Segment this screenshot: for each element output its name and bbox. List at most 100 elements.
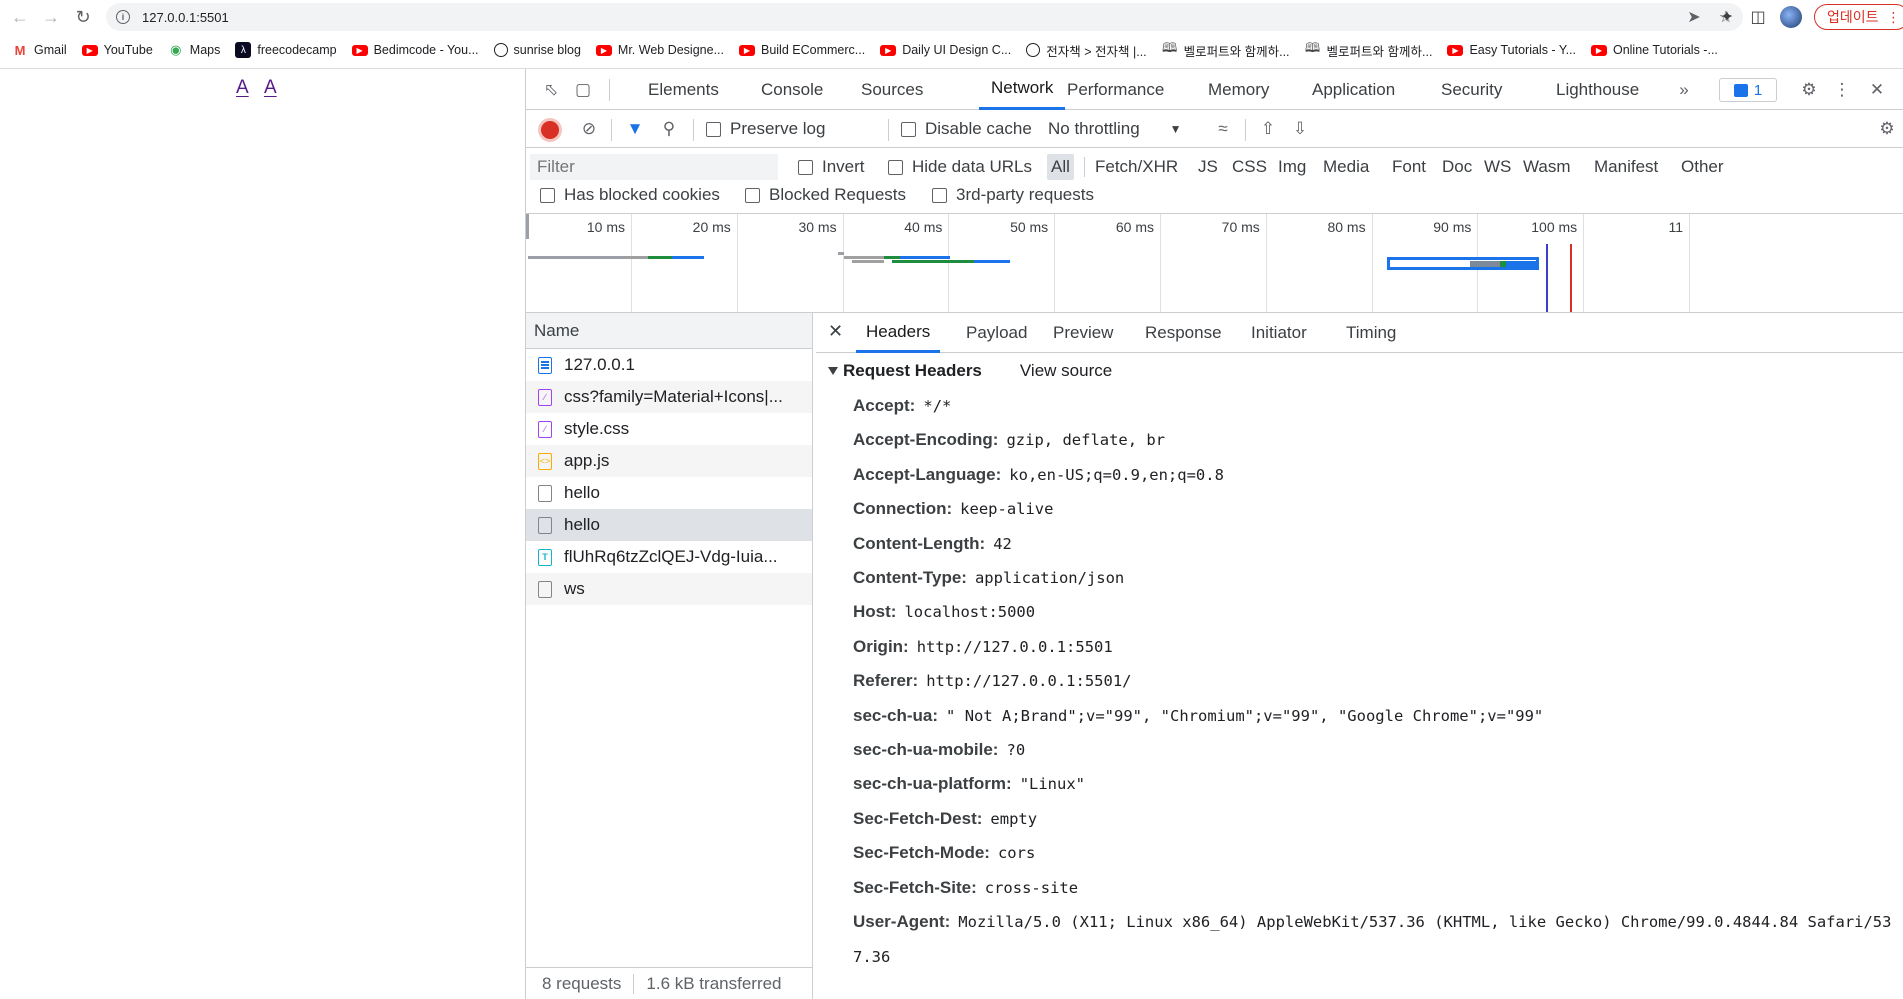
issues-badge[interactable]: 1 bbox=[1719, 78, 1777, 102]
type-filter-ws[interactable]: WS bbox=[1484, 154, 1511, 180]
type-filter-manifest[interactable]: Manifest bbox=[1594, 154, 1658, 180]
type-filter-js[interactable]: JS bbox=[1198, 154, 1218, 180]
export-har-download-icon[interactable]: ⇩ bbox=[1289, 118, 1311, 140]
type-filter-doc[interactable]: Doc bbox=[1442, 154, 1472, 180]
page-link-a-2[interactable]: A bbox=[264, 77, 277, 99]
tab-lighthouse[interactable]: Lighthouse bbox=[1556, 69, 1639, 110]
filter-funnel-icon[interactable]: ▼ bbox=[624, 118, 646, 140]
detail-tab-response[interactable]: Response bbox=[1145, 313, 1222, 353]
device-toolbar-icon[interactable]: ▢ bbox=[572, 79, 594, 101]
collapse-triangle-icon[interactable] bbox=[828, 367, 838, 375]
type-filter-fetch-xhr[interactable]: Fetch/XHR bbox=[1095, 154, 1178, 180]
close-devtools-icon[interactable]: ✕ bbox=[1866, 79, 1888, 101]
request-row[interactable]: <> app.js bbox=[526, 445, 812, 477]
throttling-select[interactable]: No throttling ▼ bbox=[1048, 110, 1182, 148]
inspect-element-icon[interactable]: ⬁ bbox=[540, 79, 562, 101]
third-party-box[interactable] bbox=[932, 187, 947, 203]
request-headers-section[interactable]: Request Headers View source bbox=[816, 357, 1112, 385]
tab-security[interactable]: Security bbox=[1441, 69, 1502, 110]
third-party-requests-checkbox[interactable]: 3rd-party requests bbox=[932, 182, 1094, 208]
extensions-puzzle-icon[interactable]: ✦ bbox=[1716, 6, 1738, 28]
request-row[interactable]: hello bbox=[526, 509, 812, 541]
network-conditions-wifi-icon[interactable]: ≈ bbox=[1212, 118, 1234, 140]
page-link-a-1[interactable]: A bbox=[236, 77, 249, 99]
bookmark-item[interactable]: M Gmail bbox=[12, 42, 67, 58]
invert-checkbox[interactable]: Invert bbox=[798, 154, 865, 180]
type-filter-all[interactable]: All bbox=[1047, 154, 1074, 180]
devtools-menu-icon[interactable]: ⋮ bbox=[1831, 79, 1853, 101]
send-tab-icon[interactable]: ➤ bbox=[1687, 7, 1700, 27]
close-detail-icon[interactable]: ✕ bbox=[828, 321, 843, 342]
bookmark-item[interactable]: ▶ Online Tutorials -... bbox=[1590, 43, 1718, 57]
invert-box[interactable] bbox=[798, 159, 813, 175]
bookmark-item[interactable]: ▶ Build ECommerc... bbox=[738, 43, 865, 57]
detail-tab-headers[interactable]: Headers bbox=[856, 313, 941, 353]
tab-console[interactable]: Console bbox=[761, 69, 823, 110]
clear-log-icon[interactable]: ⊘ bbox=[578, 118, 600, 140]
type-filter-font[interactable]: Font bbox=[1392, 154, 1426, 180]
side-panel-icon[interactable]: ◫ bbox=[1747, 6, 1769, 28]
settings-gear-icon[interactable]: ⚙ bbox=[1798, 79, 1820, 101]
bookmark-item[interactable]: ▶ Daily UI Design C... bbox=[880, 43, 1011, 57]
request-row[interactable]: 127.0.0.1 bbox=[526, 349, 812, 381]
disable-cache-checkbox[interactable]: Disable cache bbox=[901, 110, 1032, 148]
bookmark-item[interactable]: 전자책 > 전자책 |... bbox=[1026, 41, 1147, 60]
update-button[interactable]: 업데이트 ⋮ bbox=[1814, 4, 1903, 30]
filter-input[interactable] bbox=[530, 154, 778, 180]
bookmark-item[interactable]: ◉ Maps bbox=[168, 42, 220, 58]
tab-application[interactable]: Application bbox=[1312, 69, 1395, 110]
preserve-log-checkbox[interactable]: Preserve log bbox=[706, 110, 825, 148]
request-row[interactable]: ∕ style.css bbox=[526, 413, 812, 445]
bookmark-item[interactable]: ▶ Mr. Web Designe... bbox=[595, 43, 724, 57]
bookmark-item[interactable]: 🕮 벨로퍼트와 함께하... bbox=[1305, 40, 1433, 60]
network-settings-gear-icon[interactable]: ⚙ bbox=[1876, 118, 1898, 140]
bookmark-item[interactable]: 🕮 벨로퍼트와 함께하... bbox=[1162, 40, 1290, 60]
request-list-header[interactable]: Name bbox=[526, 313, 812, 349]
site-info-icon[interactable]: i bbox=[116, 10, 130, 24]
request-row[interactable]: hello bbox=[526, 477, 812, 509]
bookmark-item[interactable]: sunrise blog bbox=[493, 43, 581, 57]
has-blocked-cookies-checkbox[interactable]: Has blocked cookies bbox=[540, 182, 720, 208]
import-har-upload-icon[interactable]: ⇧ bbox=[1257, 118, 1279, 140]
profile-avatar[interactable] bbox=[1780, 6, 1802, 28]
type-filter-media[interactable]: Media bbox=[1323, 154, 1369, 180]
bookmark-item[interactable]: ▶ Easy Tutorials - Y... bbox=[1447, 43, 1576, 57]
address-bar[interactable]: i 127.0.0.1:5501 ➤ ☆ bbox=[106, 3, 1743, 31]
request-row[interactable]: ∕ css?family=Material+Icons|... bbox=[526, 381, 812, 413]
view-source-link[interactable]: View source bbox=[1020, 361, 1112, 381]
hide-data-urls-checkbox[interactable]: Hide data URLs bbox=[888, 154, 1032, 180]
detail-tab-preview[interactable]: Preview bbox=[1053, 313, 1113, 353]
reload-icon[interactable]: ↻ bbox=[68, 2, 98, 32]
request-row[interactable]: ws bbox=[526, 573, 812, 605]
type-filter-img[interactable]: Img bbox=[1278, 154, 1306, 180]
forward-icon[interactable]: → bbox=[36, 2, 66, 32]
blocked-requests-box[interactable] bbox=[745, 187, 760, 203]
address-url[interactable]: 127.0.0.1:5501 bbox=[142, 10, 229, 25]
detail-tab-initiator[interactable]: Initiator bbox=[1251, 313, 1307, 353]
tab-memory[interactable]: Memory bbox=[1208, 69, 1269, 110]
bookmark-item[interactable]: ▶ YouTube bbox=[81, 43, 153, 57]
tab-sources[interactable]: Sources bbox=[861, 69, 923, 110]
tab-elements[interactable]: Elements bbox=[648, 69, 719, 110]
disable-cache-box[interactable] bbox=[901, 121, 916, 137]
blocked-requests-checkbox[interactable]: Blocked Requests bbox=[745, 182, 906, 208]
request-row[interactable]: TflUhRq6tzZclQEJ-Vdg-Iuia... bbox=[526, 541, 812, 573]
detail-tab-timing[interactable]: Timing bbox=[1346, 313, 1396, 353]
search-icon[interactable]: ⚲ bbox=[658, 118, 680, 140]
type-filter-wasm[interactable]: Wasm bbox=[1523, 154, 1571, 180]
tab-network[interactable]: Network bbox=[979, 69, 1066, 110]
type-filter-other[interactable]: Other bbox=[1681, 154, 1724, 180]
bookmark-item[interactable]: λ freecodecamp bbox=[235, 42, 337, 58]
hide-data-urls-box[interactable] bbox=[888, 159, 903, 175]
record-button[interactable] bbox=[541, 121, 559, 139]
network-overview-timeline[interactable]: 10 ms 20 ms 30 ms 40 ms 50 ms 60 ms 70 ms 80 ms… bbox=[526, 214, 1903, 313]
tab-performance[interactable]: Performance bbox=[1067, 69, 1164, 110]
back-icon[interactable]: ← bbox=[5, 2, 35, 32]
bookmark-item[interactable]: ▶ Bedimcode - You... bbox=[351, 43, 479, 57]
detail-tab-payload[interactable]: Payload bbox=[966, 313, 1027, 353]
more-tabs-chevron-icon[interactable]: » bbox=[1673, 79, 1695, 101]
has-blocked-cookies-box[interactable] bbox=[540, 187, 555, 203]
domcontentloaded-line bbox=[1546, 244, 1548, 312]
type-filter-css[interactable]: CSS bbox=[1232, 154, 1267, 180]
preserve-log-box[interactable] bbox=[706, 121, 721, 137]
